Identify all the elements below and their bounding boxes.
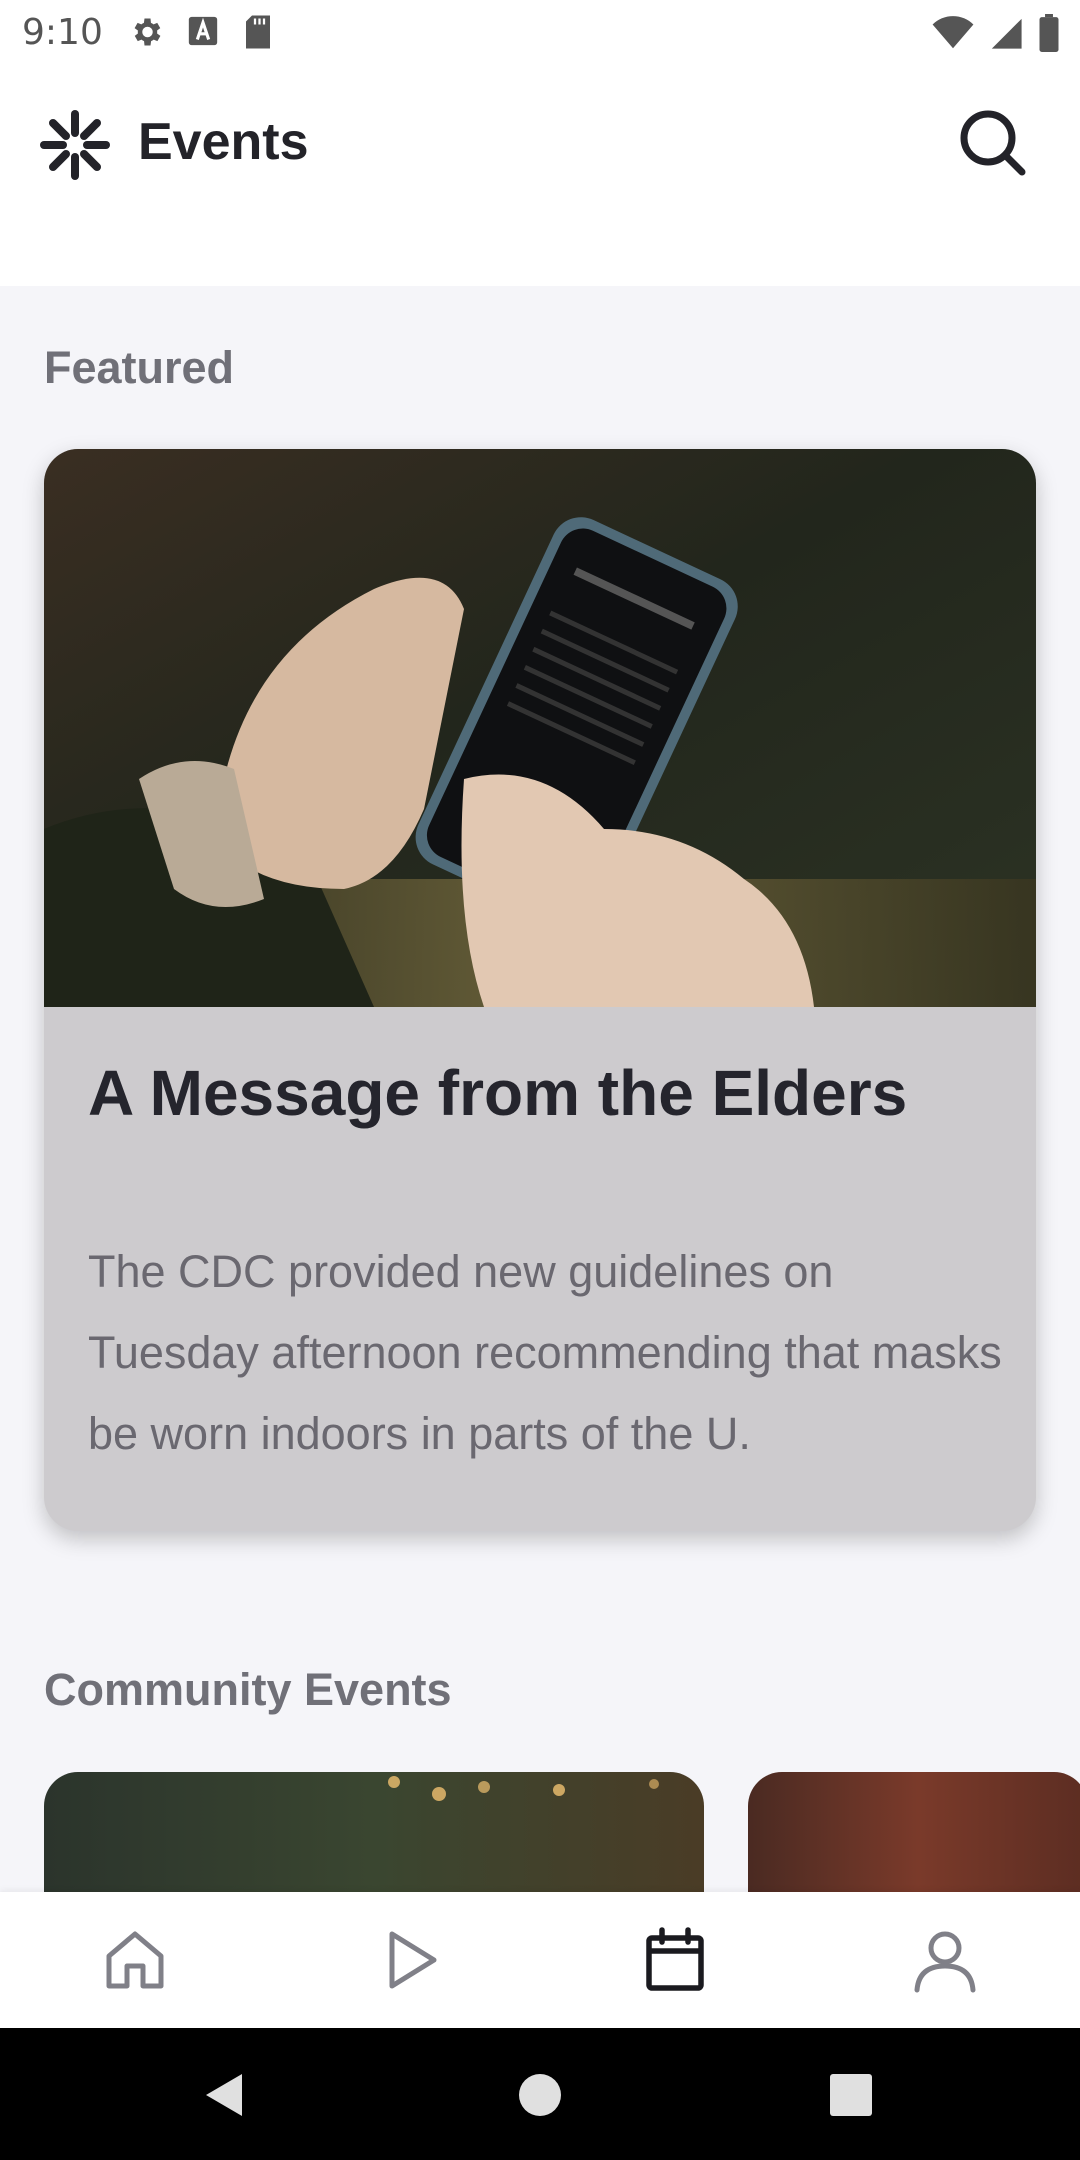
app-header (0, 66, 1080, 286)
status-left-icons (128, 14, 274, 50)
page-title: Events (138, 113, 309, 171)
status-right-icons (932, 14, 1060, 52)
gear-icon (134, 18, 161, 46)
featured-card[interactable]: A Message from the Elders The CDC provid… (44, 449, 1036, 1531)
system-navigation-bar (0, 2028, 1080, 2160)
community-event-card[interactable] (44, 1772, 704, 1892)
event-card-image (388, 1776, 659, 1801)
status-time: 9:10 (22, 12, 103, 53)
play-icon[interactable] (374, 1924, 446, 1996)
back-icon[interactable] (200, 2070, 250, 2120)
community-event-card[interactable] (748, 1772, 1080, 1892)
section-title-featured: Featured (44, 342, 235, 393)
profile-icon[interactable] (909, 1924, 981, 1996)
home-icon[interactable] (99, 1924, 171, 1996)
search-icon[interactable] (956, 106, 1030, 180)
calendar-icon[interactable] (639, 1924, 711, 1996)
battery-icon (1039, 14, 1059, 52)
signal-icon (991, 18, 1022, 49)
featured-card-description: The CDC provided new guidelines on Tuesd… (88, 1246, 1002, 1459)
starburst-logo-icon (40, 110, 110, 180)
home-circle-icon[interactable] (515, 2070, 565, 2120)
wifi-icon (932, 16, 974, 49)
font-a-icon (188, 16, 218, 46)
section-title-community-events: Community Events (44, 1664, 452, 1715)
featured-card-title: A Message from the Elders (88, 1057, 908, 1129)
sd-card-icon (246, 15, 270, 49)
featured-card-image (44, 449, 1036, 1007)
status-bar: 9:10 (0, 0, 1080, 66)
recents-square-icon[interactable] (826, 2070, 876, 2120)
bottom-navigation (0, 1892, 1080, 2028)
